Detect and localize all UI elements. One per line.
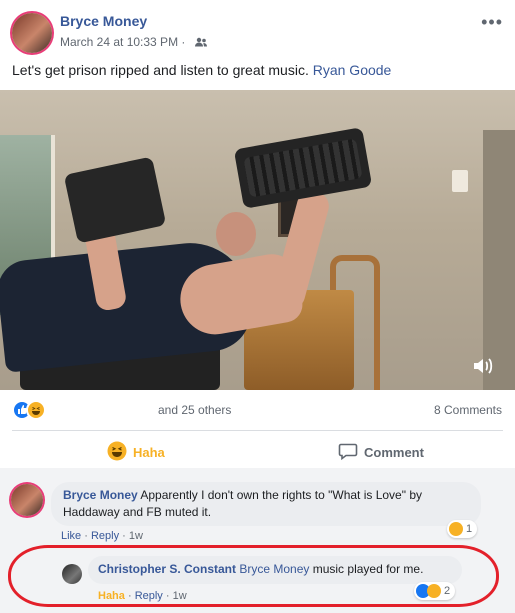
post-header: Bryce Money March 24 at 10:33 PM · ••• (0, 0, 515, 60)
reactions-summary: and 25 others 8 Comments (0, 398, 515, 422)
post-body: Let's get prison ripped and listen to gr… (12, 62, 313, 78)
post-text: Let's get prison ripped and listen to gr… (12, 62, 391, 78)
reaction-others-text[interactable]: and 25 others (158, 403, 231, 417)
comment-label: Comment (364, 444, 424, 460)
post-meta: March 24 at 10:33 PM · (60, 35, 207, 50)
comment-age[interactable]: 1w (129, 530, 143, 542)
haha-label: Haha (133, 444, 165, 460)
haha-icon (26, 400, 46, 420)
author-avatar[interactable] (12, 13, 52, 53)
comment-icon (338, 441, 358, 464)
video-door (483, 130, 515, 390)
reaction-icons[interactable] (12, 400, 52, 420)
friends-icon[interactable] (194, 36, 207, 50)
video-dumbbell-right (233, 127, 373, 209)
post-video[interactable] (0, 90, 515, 390)
haha-icon (449, 522, 463, 536)
speaker-icon[interactable] (471, 354, 495, 378)
haha-icon (107, 441, 127, 464)
divider-top (12, 430, 503, 431)
video-thermostat (452, 170, 468, 192)
comments-count[interactable]: 8 Comments (434, 403, 502, 417)
comment-button[interactable]: Comment (338, 437, 424, 467)
post-actions: Haha Comment (0, 437, 515, 467)
comment-actions: Like · Reply · 1w (61, 530, 143, 542)
comment-reaction-count: 1 (466, 523, 473, 535)
haha-button[interactable]: Haha (107, 437, 165, 467)
comment-bubble: Bryce Money Apparently I don't own the r… (51, 482, 481, 526)
author-name[interactable]: Bryce Money (60, 13, 147, 29)
video-dumbbell-left (63, 156, 167, 244)
tagged-person-link[interactable]: Ryan Goode (313, 62, 392, 78)
more-options-icon[interactable]: ••• (481, 12, 503, 33)
commenter-avatar[interactable] (11, 484, 43, 516)
comment-like-link[interactable]: Like (61, 530, 81, 542)
video-person-head (216, 212, 256, 256)
comment-reactions[interactable]: 1 (447, 520, 478, 538)
comment-author[interactable]: Bryce Money (63, 488, 138, 502)
comment-reply-link[interactable]: Reply (91, 530, 119, 542)
highlight-annotation (8, 545, 499, 607)
post-timestamp[interactable]: March 24 at 10:33 PM · (60, 35, 189, 49)
